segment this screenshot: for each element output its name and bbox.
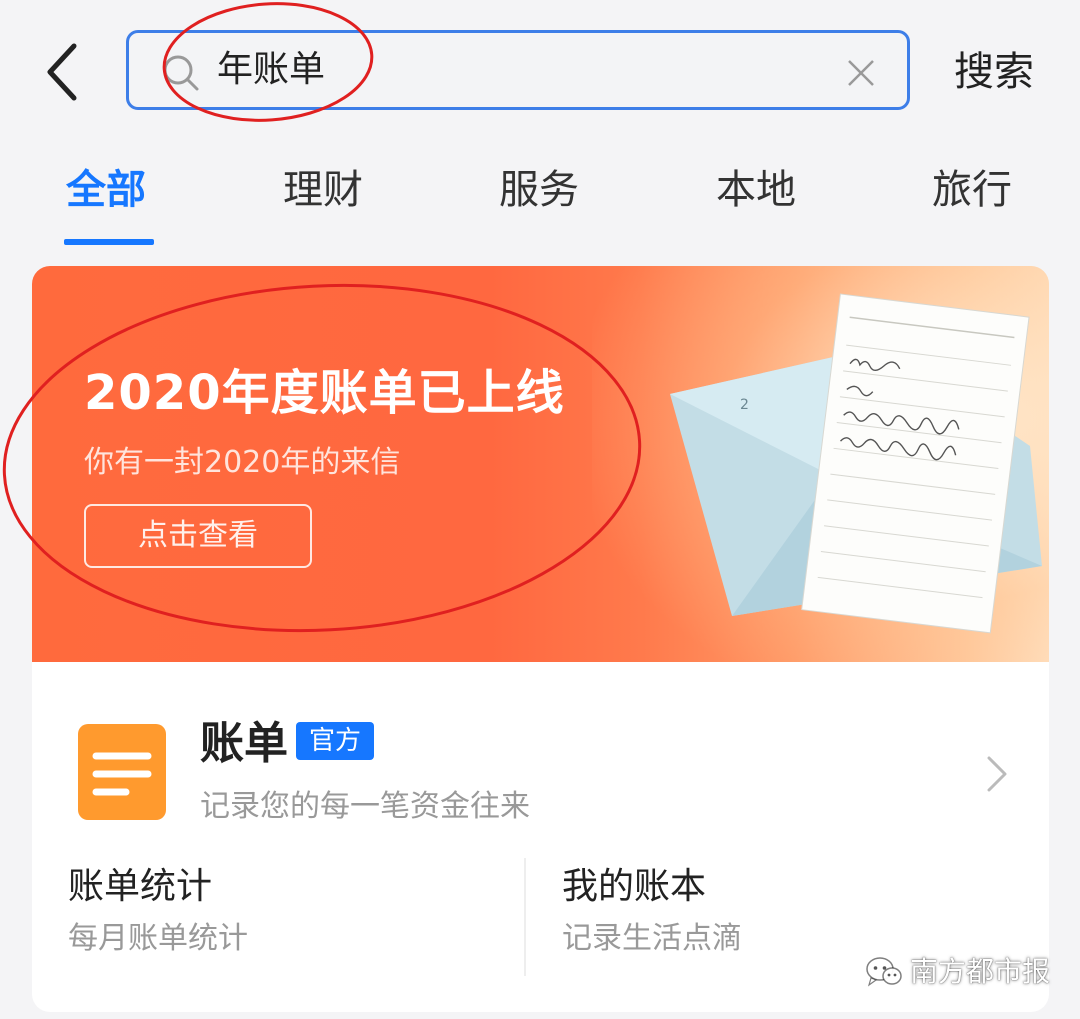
tab-finance[interactable]: 理财 xyxy=(283,162,363,218)
envelope-letter-illustration: 2 xyxy=(670,293,1042,634)
banner-title: 2020年度账单已上线 xyxy=(84,365,565,421)
shortcut-description: 记录生活点滴 xyxy=(562,921,742,956)
search-button[interactable]: 搜索 xyxy=(954,44,1034,100)
view-button[interactable]: 点击查看 xyxy=(84,504,312,568)
official-badge: 官方 xyxy=(296,722,374,760)
tab-services[interactable]: 服务 xyxy=(499,162,579,218)
tab-travel[interactable]: 旅行 xyxy=(932,162,1012,218)
shortcut-title[interactable]: 账单统计 xyxy=(68,862,212,912)
app-description: 记录您的每一笔资金往来 xyxy=(200,789,530,824)
banner-subtitle: 你有一封2020年的来信 xyxy=(84,445,401,480)
search-input[interactable]: 年账单 xyxy=(126,30,910,110)
back-chevron-icon[interactable] xyxy=(38,40,88,104)
close-icon[interactable] xyxy=(845,57,877,89)
shortcut-description: 每月账单统计 xyxy=(68,921,248,956)
svg-text:2: 2 xyxy=(740,397,749,413)
active-tab-indicator xyxy=(64,239,154,245)
shortcut-divider xyxy=(524,858,526,976)
search-query-text[interactable]: 年账单 xyxy=(217,45,325,95)
annual-bill-banner[interactable]: 2020年度账单已上线 你有一封2020年的来信 点击查看 2 xyxy=(32,266,1049,662)
bill-document-icon[interactable] xyxy=(78,724,166,820)
shortcut-title[interactable]: 我的账本 xyxy=(562,862,706,912)
chevron-right-icon[interactable] xyxy=(984,754,1010,794)
search-icon xyxy=(163,55,199,91)
tab-all[interactable]: 全部 xyxy=(66,162,146,218)
wechat-logo-icon xyxy=(866,957,902,987)
watermark-text: 南方都市报 xyxy=(910,955,1051,988)
tab-local[interactable]: 本地 xyxy=(716,162,796,218)
app-name[interactable]: 账单 xyxy=(200,714,288,774)
